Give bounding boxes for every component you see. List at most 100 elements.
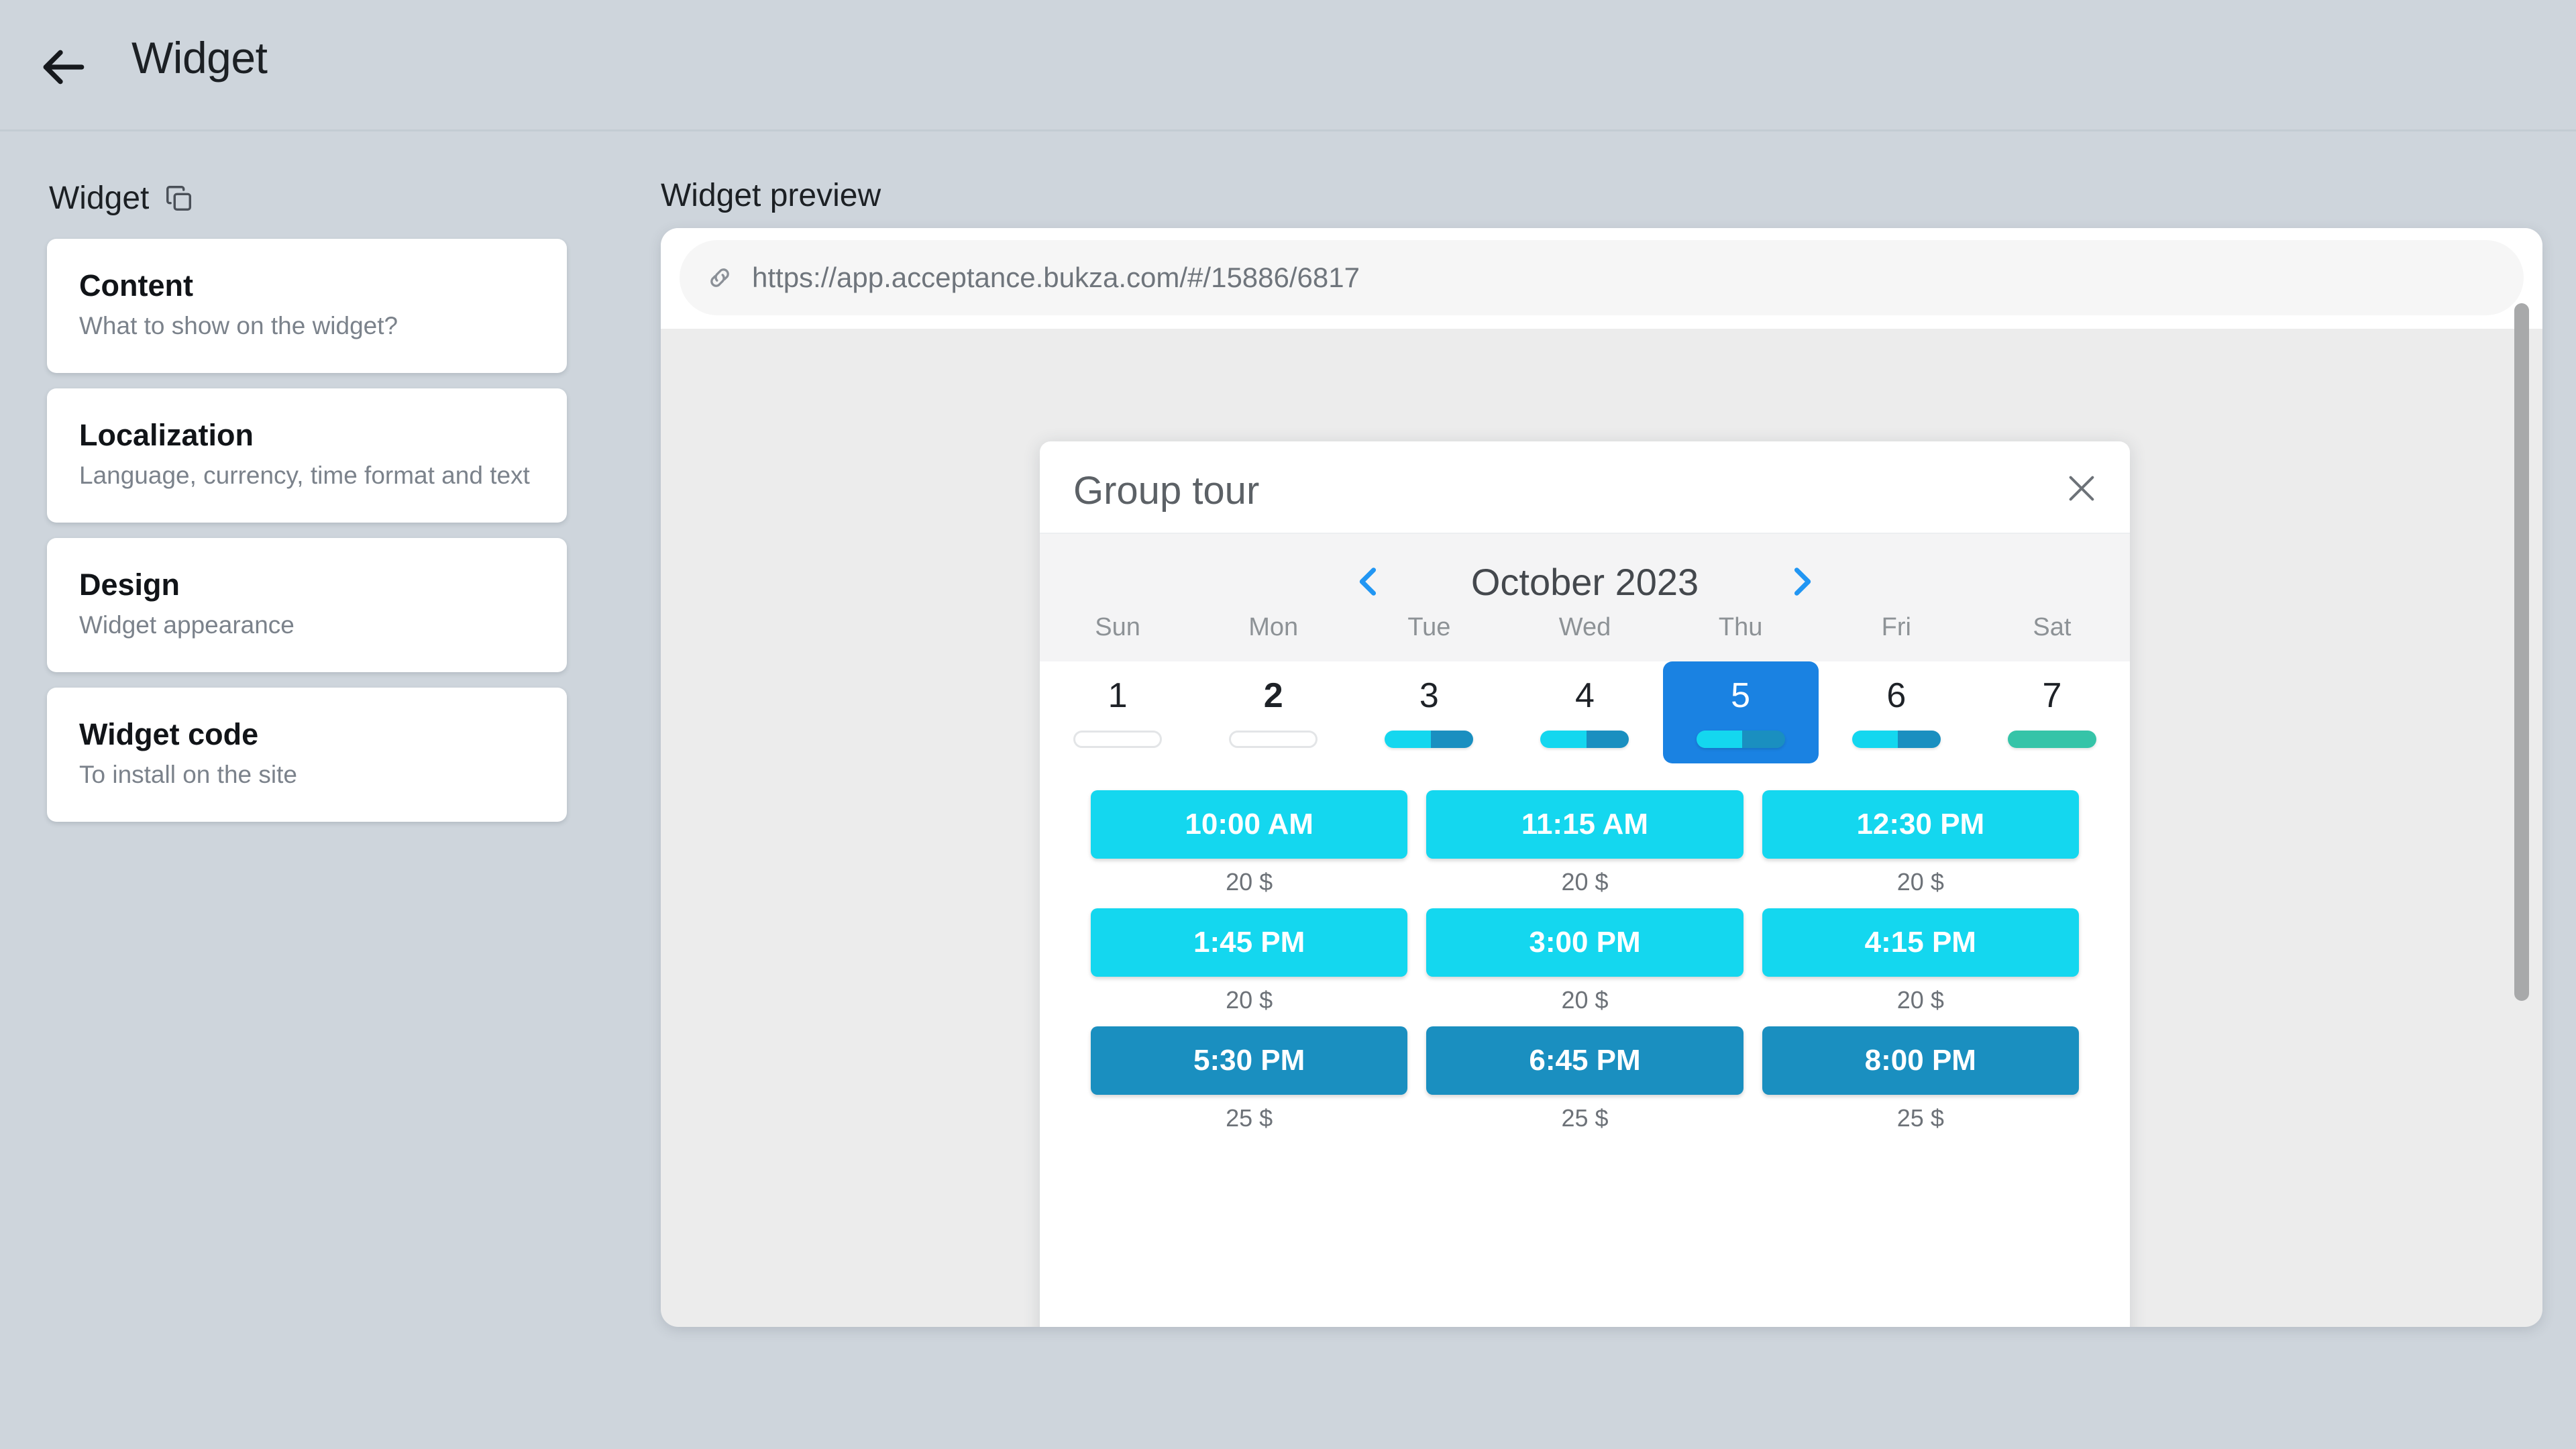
sidebar-header: Widget: [49, 180, 195, 217]
widget-modal-header: Group tour: [1040, 441, 2130, 534]
availability-segment: [2007, 731, 2096, 748]
availability-segment: [1696, 731, 1743, 748]
timeslot-price: 20 $: [1896, 868, 1944, 896]
availability-segment: [1851, 731, 1898, 748]
day-availability-bar: [1073, 731, 1163, 748]
weekday-label: Wed: [1558, 613, 1611, 641]
sidebar-item-title: Widget code: [79, 717, 259, 751]
timeslot-price: 25 $: [1896, 1104, 1944, 1132]
calendar-month-label: October 2023: [1470, 560, 1699, 603]
timeslot-price: 20 $: [1226, 986, 1273, 1014]
day-availability-bar: [1540, 731, 1629, 748]
calendar-day-number: 5: [1731, 676, 1751, 715]
chevron-right-icon[interactable]: [1773, 553, 1831, 610]
timeslot-button[interactable]: 1:45 PM: [1091, 908, 1408, 977]
weekday-label: Sat: [2033, 613, 2072, 641]
widget-modal-title: Group tour: [1073, 469, 1260, 513]
timeslot: 10:00 AM 20 $: [1081, 790, 1417, 896]
calendar-day-row: 1 2 3 4 5 6 7: [1040, 661, 2130, 763]
calendar-header: October 2023 Sun Mon Tue Wed Thu Fri Sat: [1040, 534, 2130, 661]
timeslot-button[interactable]: 5:30 PM: [1091, 1026, 1408, 1095]
availability-segment: [1742, 731, 1785, 748]
calendar-day-number: 2: [1263, 676, 1283, 715]
sidebar-section-label: Widget: [49, 180, 150, 216]
availability-segment: [1898, 731, 1941, 748]
timeslot-button[interactable]: 4:15 PM: [1762, 908, 2079, 977]
timeslot: 8:00 PM 25 $: [1753, 1026, 2088, 1132]
timeslot-button[interactable]: 6:45 PM: [1426, 1026, 1743, 1095]
timeslot-price: 20 $: [1226, 868, 1273, 896]
widget-preview-panel: https://app.acceptance.bukza.com/#/15886…: [661, 228, 2542, 1327]
timeslot-price: 20 $: [1896, 986, 1944, 1014]
weekday-label: Mon: [1248, 613, 1299, 641]
availability-segment: [1587, 731, 1629, 748]
timeslot-button[interactable]: 3:00 PM: [1426, 908, 1743, 977]
sidebar-item-title: Design: [79, 568, 180, 602]
timeslot-button[interactable]: 10:00 AM: [1091, 790, 1408, 859]
sidebar-item-subtitle: Language, currency, time format and text: [79, 462, 530, 489]
day-availability-bar: [2007, 731, 2096, 748]
day-availability-bar: [1385, 731, 1474, 748]
calendar-day-7[interactable]: 7: [1974, 661, 2130, 763]
day-availability-bar: [1229, 731, 1318, 748]
sidebar-item-design[interactable]: Design Widget appearance: [47, 538, 567, 672]
preview-scrollbar-thumb[interactable]: [2514, 303, 2529, 1001]
availability-segment: [1430, 731, 1474, 748]
sidebar-item-subtitle: To install on the site: [79, 761, 297, 788]
weekday-label: Fri: [1881, 613, 1911, 641]
page-title: Widget: [131, 33, 268, 83]
sidebar-item-title: Content: [79, 268, 193, 303]
calendar-day-1[interactable]: 1: [1040, 661, 1195, 763]
sidebar-item-subtitle: Widget appearance: [79, 611, 294, 639]
preview-url-field[interactable]: https://app.acceptance.bukza.com/#/15886…: [680, 240, 2524, 315]
preview-url-text: https://app.acceptance.bukza.com/#/15886…: [752, 262, 1360, 293]
calendar-day-number: 4: [1575, 676, 1595, 715]
timeslot-button[interactable]: 11:15 AM: [1426, 790, 1743, 859]
booking-widget-modal: Group tour October 2023 Sun Mon Tue Wed …: [1040, 441, 2130, 1327]
sidebar: Widget Content What to show on the widge…: [0, 131, 657, 1449]
sidebar-item-subtitle: What to show on the widget?: [79, 312, 398, 339]
arrow-left-icon[interactable]: [37, 40, 91, 94]
weekday-row: Sun Mon Tue Wed Thu Fri Sat: [1040, 613, 2130, 642]
sidebar-item-localization[interactable]: Localization Language, currency, time fo…: [47, 388, 567, 523]
timeslot: 12:30 PM 20 $: [1753, 790, 2088, 896]
timeslot: 1:45 PM 20 $: [1081, 908, 1417, 1014]
timeslot: 6:45 PM 25 $: [1417, 1026, 1752, 1132]
timeslot-price: 20 $: [1561, 986, 1609, 1014]
calendar-day-number: 6: [1886, 676, 1907, 715]
day-availability-bar: [1851, 731, 1941, 748]
close-icon[interactable]: [2063, 470, 2100, 507]
calendar-day-2[interactable]: 2: [1195, 661, 1351, 763]
weekday-label: Tue: [1407, 613, 1451, 641]
weekday-label: Thu: [1718, 613, 1763, 641]
availability-segment: [1385, 731, 1431, 748]
timeslot-grid: 10:00 AM 20 $11:15 AM 20 $12:30 PM 20 $1:45…: [1040, 790, 2130, 1144]
timeslot: 3:00 PM 20 $: [1417, 908, 1752, 1014]
timeslot-price: 25 $: [1561, 1104, 1609, 1132]
timeslot: 4:15 PM 20 $: [1753, 908, 2088, 1014]
calendar-day-number: 3: [1419, 676, 1439, 715]
calendar-day-6[interactable]: 6: [1819, 661, 1974, 763]
calendar-day-3[interactable]: 3: [1351, 661, 1507, 763]
day-availability-bar: [1696, 731, 1785, 748]
timeslot-button[interactable]: 8:00 PM: [1762, 1026, 2079, 1095]
calendar-day-number: 1: [1108, 676, 1128, 715]
timeslot-price: 25 $: [1226, 1104, 1273, 1132]
calendar-day-5[interactable]: 5: [1662, 661, 1819, 763]
timeslot: 11:15 AM 20 $: [1417, 790, 1752, 896]
chevron-left-icon[interactable]: [1340, 553, 1397, 610]
app-header: Widget: [0, 0, 2576, 131]
timeslot: 5:30 PM 25 $: [1081, 1026, 1417, 1132]
sidebar-item-content[interactable]: Content What to show on the widget?: [47, 239, 567, 373]
weekday-label: Sun: [1095, 613, 1140, 641]
sidebar-item-title: Localization: [79, 418, 254, 452]
preview-label: Widget preview: [661, 178, 881, 213]
calendar-day-4[interactable]: 4: [1507, 661, 1662, 763]
sidebar-item-widget-code[interactable]: Widget code To install on the site: [47, 688, 567, 822]
timeslot-price: 20 $: [1561, 868, 1609, 896]
copy-icon[interactable]: [164, 183, 195, 214]
calendar-day-number: 7: [2042, 676, 2062, 715]
timeslot-button[interactable]: 12:30 PM: [1762, 790, 2079, 859]
preview-url-bar-container: https://app.acceptance.bukza.com/#/15886…: [661, 228, 2542, 329]
availability-segment: [1540, 731, 1587, 748]
